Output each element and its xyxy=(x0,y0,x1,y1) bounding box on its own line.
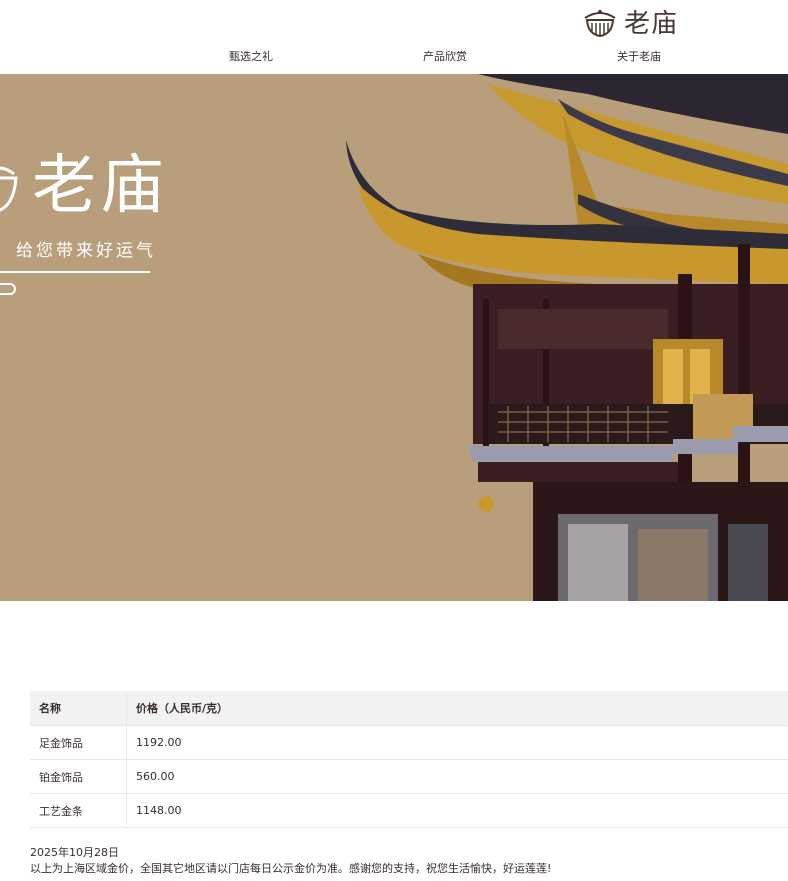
column-header-name: 名称 xyxy=(30,691,127,726)
table-row: 足金饰品 1192.00 xyxy=(30,725,788,760)
nav-item-products[interactable]: 产品欣赏 xyxy=(423,48,467,64)
table-header-row: 名称 价格（人民币/克） xyxy=(30,691,788,726)
price-date: 2025年10月28日 xyxy=(30,846,119,859)
main-nav: 甄选之礼 产品欣赏 关于老庙 xyxy=(0,48,788,68)
table-cell-price: 1192.00 xyxy=(126,725,788,760)
hero-subtitle: 给您带来好运气 xyxy=(16,241,156,261)
hero-banner[interactable]: 老庙 给您带来好运气 xyxy=(0,74,788,601)
brand-name: 老庙 xyxy=(624,9,679,39)
price-notes: 2025年10月28日 以上为上海区域金价，全国其它地区请以门店每日公示金价为准… xyxy=(30,845,551,877)
hero-title: 老庙 xyxy=(32,149,168,223)
brand-logo[interactable]: 老庙 xyxy=(582,3,678,40)
table-cell-name: 铂金饰品 xyxy=(30,759,127,794)
gold-price-table: 名称 价格（人民币/克） 足金饰品 1192.00 铂金饰品 560.00 工艺… xyxy=(30,691,788,828)
table-cell-price: 1148.00 xyxy=(126,793,788,828)
temple-bowl-icon xyxy=(0,166,18,212)
column-header-price: 价格（人民币/克） xyxy=(126,691,788,726)
hero-divider xyxy=(0,271,150,273)
temple-pagoda-photo xyxy=(346,74,788,601)
table-row: 铂金饰品 560.00 xyxy=(30,759,788,794)
table-cell-name: 足金饰品 xyxy=(30,725,127,760)
table-row: 工艺金条 1148.00 xyxy=(30,793,788,828)
temple-bowl-icon xyxy=(584,9,616,37)
price-disclaimer: 以上为上海区域金价，全国其它地区请以门店每日公示金价为准。感谢您的支持，祝您生活… xyxy=(30,862,552,875)
site-header: 老庙 甄选之礼 产品欣赏 关于老庙 xyxy=(0,0,788,74)
hero-pill-ornament xyxy=(0,283,16,295)
table-cell-price: 560.00 xyxy=(126,759,788,794)
nav-item-selected-gifts[interactable]: 甄选之礼 xyxy=(229,48,273,64)
nav-item-about[interactable]: 关于老庙 xyxy=(617,48,661,64)
table-cell-name: 工艺金条 xyxy=(30,793,127,828)
